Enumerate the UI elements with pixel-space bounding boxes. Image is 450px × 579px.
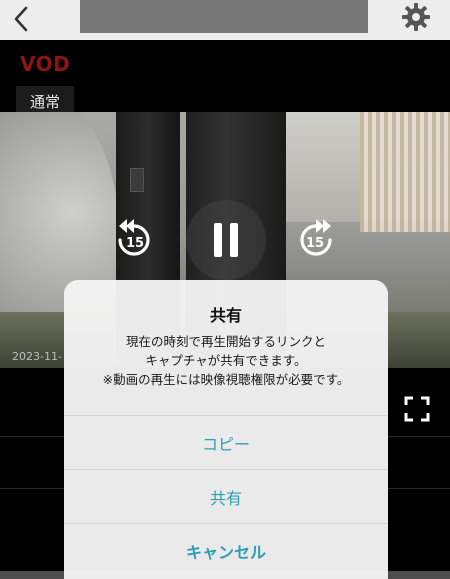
rewind-seconds-label: 15 — [126, 236, 144, 251]
settings-button[interactable] — [399, 0, 433, 34]
dialog-message-line: 現在の時刻で再生開始するリンクと — [125, 334, 326, 349]
pause-button[interactable] — [186, 200, 266, 280]
chevron-left-icon — [14, 6, 28, 32]
forward-seconds-label: 15 — [306, 236, 324, 251]
top-bar — [0, 0, 450, 40]
vod-label: VOD — [20, 52, 71, 76]
forward-15-button[interactable]: 15 — [290, 214, 342, 266]
fullscreen-icon — [404, 396, 430, 422]
pause-icon — [214, 223, 238, 257]
title-placeholder — [80, 0, 368, 33]
recording-timestamp: 2023-11- — [12, 350, 62, 363]
share-dialog: 共有 現在の時刻で再生開始するリンクと キャプチャが共有できます。 ※動画の再生… — [64, 280, 388, 579]
cancel-button[interactable]: キャンセル — [64, 523, 388, 578]
dialog-title: 共有 — [209, 306, 242, 325]
gear-icon — [402, 3, 430, 31]
forward-icon: 15 — [300, 219, 332, 256]
dialog-message-line: キャプチャが共有できます。 — [145, 353, 307, 368]
rewind-15-button[interactable]: 15 — [108, 214, 160, 266]
copy-button[interactable]: コピー — [64, 415, 388, 470]
dialog-message-line: ※動画の再生には映像視聴権限が必要です。 — [102, 372, 350, 387]
dialog-message: 現在の時刻で再生開始するリンクと キャプチャが共有できます。 ※動画の再生には映… — [64, 332, 388, 389]
fullscreen-button[interactable] — [402, 394, 432, 424]
share-button[interactable]: 共有 — [64, 469, 388, 524]
rewind-icon: 15 — [118, 219, 150, 256]
playback-controls: 15 15 — [0, 198, 450, 280]
back-button[interactable] — [6, 3, 36, 35]
